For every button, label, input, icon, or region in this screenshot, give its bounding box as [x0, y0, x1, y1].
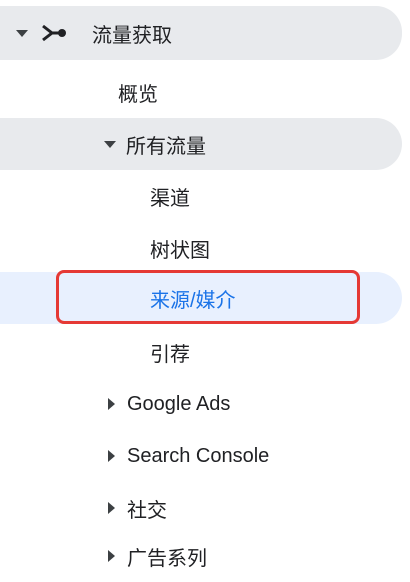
- nav-item-label: 社交: [127, 499, 167, 522]
- nav-item-label: 流量获取: [92, 24, 172, 47]
- nav-item-label: 树状图: [150, 239, 210, 262]
- nav-item-all-traffic[interactable]: 所有流量: [0, 118, 402, 170]
- nav-item-acquisition[interactable]: 流量获取: [0, 6, 402, 60]
- selection-highlight-box: [56, 270, 360, 324]
- nav-item-label: 所有流量: [126, 135, 206, 158]
- acquisition-icon: [40, 23, 68, 43]
- expand-caret-icon: [16, 29, 28, 37]
- nav-item-label: 广告系列: [127, 547, 207, 570]
- analytics-sidebar-nav: 流量获取 概览 所有流量 渠道 树状图 来源/媒介 引荐 Google Ads …: [0, 0, 410, 581]
- collapsed-caret-icon: [108, 502, 115, 514]
- nav-item-label: Search Console: [127, 444, 270, 467]
- nav-item-label: Google Ads: [127, 392, 231, 415]
- nav-item-channels[interactable]: 渠道: [0, 170, 402, 222]
- nav-item-campaigns[interactable]: 广告系列: [0, 530, 402, 582]
- collapsed-caret-icon: [108, 550, 115, 562]
- nav-item-social[interactable]: 社交: [0, 482, 402, 534]
- nav-item-label: 引荐: [150, 343, 190, 366]
- expand-caret-icon: [104, 140, 116, 148]
- nav-item-overview[interactable]: 概览: [0, 66, 402, 118]
- nav-item-label: 渠道: [150, 187, 190, 210]
- nav-item-search-console[interactable]: Search Console: [0, 430, 402, 482]
- nav-item-label: 概览: [118, 83, 158, 106]
- collapsed-caret-icon: [108, 450, 115, 462]
- nav-item-treemap[interactable]: 树状图: [0, 222, 402, 274]
- collapsed-caret-icon: [108, 398, 115, 410]
- nav-item-referrals[interactable]: 引荐: [0, 326, 402, 378]
- nav-item-google-ads[interactable]: Google Ads: [0, 378, 402, 430]
